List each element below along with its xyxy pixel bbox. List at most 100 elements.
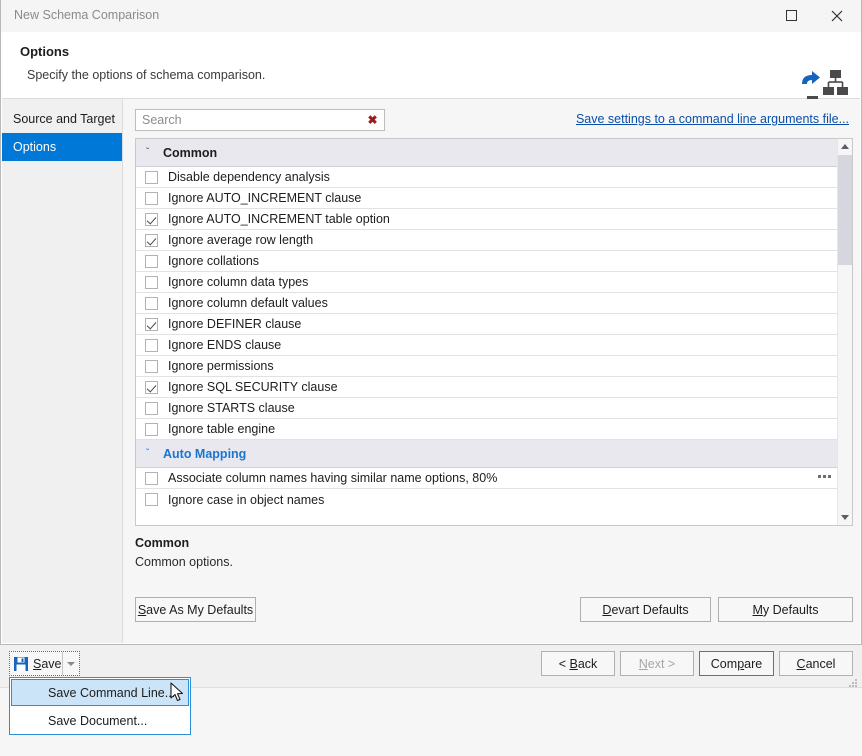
checkbox[interactable] xyxy=(145,471,158,485)
option-row[interactable]: Ignore average row length xyxy=(136,230,837,251)
option-label: Ignore permissions xyxy=(168,359,274,373)
search-input[interactable] xyxy=(140,110,362,130)
option-label: Ignore case in object names xyxy=(168,492,325,507)
button-label-rest: evart Defaults xyxy=(611,602,689,617)
checkbox[interactable] xyxy=(145,422,158,436)
title-bar: New Schema Comparison xyxy=(1,0,861,32)
option-row[interactable]: Ignore collations xyxy=(136,251,837,272)
option-row[interactable]: Ignore permissions xyxy=(136,356,837,377)
ellipsis-icon[interactable] xyxy=(818,475,831,478)
checkbox[interactable] xyxy=(145,191,158,205)
save-dropdown-arrow-icon[interactable] xyxy=(63,652,80,675)
option-row[interactable]: Ignore SQL SECURITY clause xyxy=(136,377,837,398)
window-title: New Schema Comparison xyxy=(14,8,160,22)
devart-defaults-button[interactable]: Devart Defaults xyxy=(580,597,711,622)
chevron-down-icon: ˇ xyxy=(146,448,150,459)
checkbox[interactable] xyxy=(145,380,158,394)
option-row[interactable]: Ignore ENDS clause xyxy=(136,335,837,356)
checkbox[interactable] xyxy=(145,317,158,331)
option-label: Disable dependency analysis xyxy=(168,170,330,184)
dialog-header: Options Specify the options of schema co… xyxy=(2,32,860,121)
option-row[interactable]: Associate column names having similar na… xyxy=(136,468,837,489)
option-row[interactable]: Ignore DEFINER clause xyxy=(136,314,837,335)
menu-item-save-command-line[interactable]: Save Command Line... xyxy=(11,679,189,706)
menu-item-label: Save Command Line... xyxy=(48,685,176,700)
option-row[interactable]: Ignore AUTO_INCREMENT table option xyxy=(136,209,837,230)
scroll-up-icon[interactable] xyxy=(838,139,852,154)
checkbox[interactable] xyxy=(145,493,158,506)
save-command-line-args-link[interactable]: Save settings to a command line argument… xyxy=(576,112,849,126)
menu-item-save-document[interactable]: Save Document... xyxy=(10,707,190,734)
option-row[interactable]: Ignore case in object names xyxy=(136,489,837,510)
menu-item-label: Save Document... xyxy=(48,713,148,728)
close-button[interactable] xyxy=(814,0,860,31)
option-label: Ignore STARTS clause xyxy=(168,401,295,415)
button-label-rest: ave As My Defaults xyxy=(146,602,254,617)
description-title: Common xyxy=(135,536,190,550)
save-split-button[interactable]: Save xyxy=(9,651,80,676)
my-defaults-button[interactable]: My Defaults xyxy=(718,597,853,622)
checkbox[interactable] xyxy=(145,296,158,310)
sidebar-item-label: Options xyxy=(13,140,57,154)
checkbox[interactable] xyxy=(145,338,158,352)
checkbox[interactable] xyxy=(145,359,158,373)
group-header-common[interactable]: ˇ Common xyxy=(136,139,837,167)
search-row: ✖ xyxy=(135,109,385,131)
checkbox[interactable] xyxy=(145,401,158,415)
back-button[interactable]: < Back xyxy=(541,651,615,676)
options-list-scrollbar[interactable] xyxy=(837,139,852,525)
option-label: Ignore AUTO_INCREMENT table option xyxy=(168,212,390,226)
save-dropdown-menu: Save Command Line... Save Document... xyxy=(9,677,191,735)
option-row[interactable]: Disable dependency analysis xyxy=(136,167,837,188)
group-label: Auto Mapping xyxy=(163,446,247,461)
group-label: Common xyxy=(163,145,218,160)
resize-grip[interactable] xyxy=(848,679,858,689)
scrollbar-thumb[interactable] xyxy=(838,155,852,265)
option-row[interactable]: Ignore table engine xyxy=(136,419,837,440)
save-button-label: Save xyxy=(33,656,62,671)
option-label: Ignore table engine xyxy=(168,422,276,436)
checkbox[interactable] xyxy=(145,212,158,226)
dialog-window: New Schema Comparison Options Specify th… xyxy=(0,0,862,645)
save-as-my-defaults-button[interactable]: Save As My Defaults xyxy=(135,597,256,622)
options-pane: ✖ Save settings to a command line argume… xyxy=(124,99,860,643)
option-label: Ignore column data types xyxy=(168,275,309,289)
option-row[interactable]: Ignore STARTS clause xyxy=(136,398,837,419)
button-label-rest: y Defaults xyxy=(762,602,819,617)
sidebar-item-options[interactable]: Options xyxy=(2,133,122,161)
options-list: ˇ Common Disable dependency analysis Ign… xyxy=(136,139,837,525)
next-button[interactable]: Next > xyxy=(620,651,694,676)
floppy-disk-icon xyxy=(14,656,28,671)
page-title: Options xyxy=(20,44,70,59)
description-text: Common options. xyxy=(135,555,233,569)
sidebar-item-label: Source and Target xyxy=(13,112,115,126)
clear-search-icon[interactable]: ✖ xyxy=(366,113,379,127)
dialog-body: Source and Target Options ✖ Save setting… xyxy=(2,99,860,643)
option-label: Ignore column default values xyxy=(168,296,328,310)
option-label: Ignore ENDS clause xyxy=(168,338,282,352)
checkbox[interactable] xyxy=(145,233,158,247)
option-row[interactable]: Ignore AUTO_INCREMENT clause xyxy=(136,188,837,209)
checkbox[interactable] xyxy=(145,275,158,289)
option-row[interactable]: Ignore column data types xyxy=(136,272,837,293)
maximize-button[interactable] xyxy=(768,0,814,31)
sidebar-item-source-and-target[interactable]: Source and Target xyxy=(2,105,122,133)
checkbox[interactable] xyxy=(145,170,158,184)
options-list-panel: ˇ Common Disable dependency analysis Ign… xyxy=(135,138,853,526)
search-box[interactable]: ✖ xyxy=(135,109,385,131)
option-label: Ignore DEFINER clause xyxy=(168,317,302,331)
new-schema-comparison-dialog: New Schema Comparison Options Specify th… xyxy=(0,0,862,756)
scroll-down-icon[interactable] xyxy=(838,510,852,525)
compare-button[interactable]: Compare xyxy=(699,651,774,676)
page-subtitle: Specify the options of schema comparison… xyxy=(27,68,266,82)
chevron-down-icon: ˇ xyxy=(146,147,150,158)
option-label: Ignore average row length xyxy=(168,233,314,247)
cancel-button[interactable]: Cancel xyxy=(779,651,853,676)
option-row[interactable]: Ignore column default values xyxy=(136,293,837,314)
option-label: Ignore collations xyxy=(168,254,260,268)
option-label: Ignore AUTO_INCREMENT clause xyxy=(168,191,362,205)
group-header-auto-mapping[interactable]: ˇ Auto Mapping xyxy=(136,440,837,468)
save-button[interactable]: Save xyxy=(10,652,63,675)
description-panel: Common Common options. xyxy=(135,536,853,569)
checkbox[interactable] xyxy=(145,254,158,268)
